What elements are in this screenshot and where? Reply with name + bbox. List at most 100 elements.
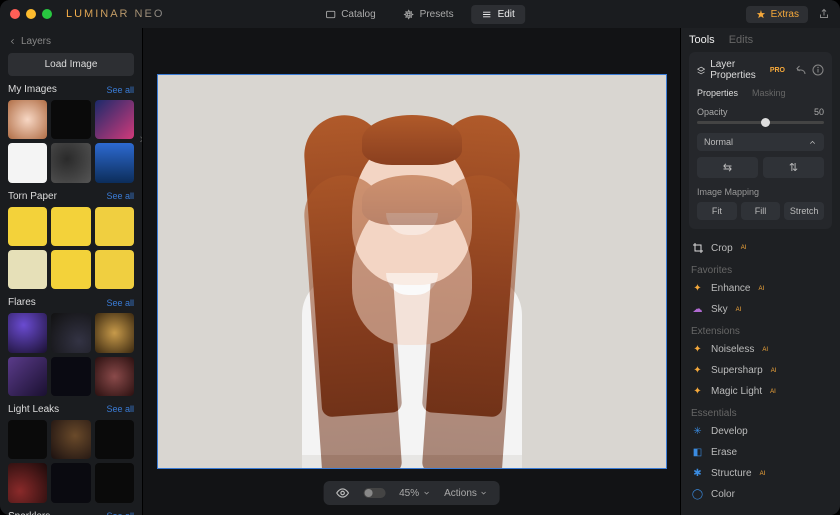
blend-mode-value: Normal — [704, 137, 733, 147]
zoom-value: 45% — [399, 488, 419, 499]
breadcrumb[interactable]: Layers — [8, 34, 134, 53]
thumb-my-images[interactable] — [95, 100, 134, 139]
subtab-properties[interactable]: Properties — [697, 88, 738, 98]
thumb-torn-paper[interactable] — [51, 207, 90, 246]
nav-catalog-label: Catalog — [341, 9, 375, 20]
thumb-torn-paper[interactable] — [8, 207, 47, 246]
see-all-light-leaks[interactable]: See all — [106, 404, 134, 414]
thumb-torn-paper[interactable] — [8, 250, 47, 289]
thumb-flares[interactable] — [51, 313, 90, 352]
zoom-dropdown[interactable]: 45% — [399, 488, 430, 499]
tool-supersharp[interactable]: ✦ SupersharpAI — [689, 360, 832, 381]
thumb-light-leaks[interactable] — [95, 420, 134, 459]
window-maximize-button[interactable] — [42, 9, 52, 19]
section-light-leaks: Light Leaks — [8, 404, 59, 415]
tool-structure[interactable]: ✱ StructureAI — [689, 463, 832, 484]
section-extensions: Extensions — [689, 320, 832, 339]
info-icon[interactable] — [812, 64, 824, 76]
load-image-button[interactable]: Load Image — [8, 53, 134, 76]
mapping-fit-button[interactable]: Fit — [697, 202, 737, 220]
nav-catalog[interactable]: Catalog — [315, 5, 385, 24]
thumb-my-images[interactable] — [8, 143, 47, 182]
tool-magiclight-label: Magic Light — [711, 386, 762, 397]
extras-label: Extras — [771, 9, 799, 20]
mapping-fill-button[interactable]: Fill — [741, 202, 781, 220]
preview-toggle-icon[interactable] — [335, 486, 349, 500]
enhance-icon: ✦ — [691, 283, 704, 294]
flip-vertical-button[interactable]: ⇅ — [763, 157, 824, 178]
see-all-torn-paper[interactable]: See all — [106, 191, 134, 201]
nav-edit-label: Edit — [498, 9, 515, 20]
thumb-torn-paper[interactable] — [51, 250, 90, 289]
tool-color-label: Color — [711, 489, 735, 500]
opacity-value: 50 — [814, 107, 824, 117]
tool-crop[interactable]: CropAI — [689, 237, 832, 259]
structure-icon: ✱ — [691, 468, 704, 479]
thumb-my-images[interactable] — [51, 143, 90, 182]
window-minimize-button[interactable] — [26, 9, 36, 19]
thumb-flares[interactable] — [8, 357, 47, 396]
tab-edits[interactable]: Edits — [729, 34, 753, 46]
canvas[interactable] — [157, 74, 667, 469]
pro-badge: PRO — [770, 67, 785, 74]
color-icon: ◯ — [691, 489, 704, 500]
see-all-flares[interactable]: See all — [106, 298, 134, 308]
tool-color[interactable]: ◯ Color — [689, 484, 832, 505]
thumb-my-images[interactable] — [8, 100, 47, 139]
subtab-masking[interactable]: Masking — [752, 88, 786, 98]
layer-properties-panel: Layer Properties PRO Properties Masking … — [689, 52, 832, 229]
section-my-images: My Images — [8, 84, 57, 95]
window-close-button[interactable] — [10, 9, 20, 19]
thumb-my-images[interactable] — [51, 100, 90, 139]
erase-icon: ◧ — [691, 447, 704, 458]
tool-magiclight[interactable]: ✦ Magic LightAI — [689, 381, 832, 402]
develop-icon: ✳ — [691, 426, 704, 437]
thumb-torn-paper[interactable] — [95, 250, 134, 289]
share-icon[interactable] — [818, 8, 830, 20]
tool-erase[interactable]: ◧ Erase — [689, 442, 832, 463]
breadcrumb-label: Layers — [21, 36, 51, 47]
thumb-light-leaks[interactable] — [51, 420, 90, 459]
section-flares: Flares — [8, 297, 36, 308]
thumb-light-leaks[interactable] — [8, 420, 47, 459]
supersharp-icon: ✦ — [691, 365, 704, 376]
thumb-flares[interactable] — [95, 313, 134, 352]
nav-edit[interactable]: Edit — [472, 5, 525, 24]
tool-supersharp-label: Supersharp — [711, 365, 763, 376]
thumb-my-images[interactable] — [95, 143, 134, 182]
app-brand: LUMINAR NEO — [66, 8, 164, 20]
tool-sky[interactable]: ☁ SkyAI — [689, 299, 832, 320]
thumb-light-leaks[interactable] — [8, 463, 47, 502]
tool-noiseless-label: Noiseless — [711, 344, 754, 355]
thumb-flares[interactable] — [95, 357, 134, 396]
crop-icon — [691, 242, 704, 254]
thumb-flares[interactable] — [51, 357, 90, 396]
thumb-light-leaks[interactable] — [51, 463, 90, 502]
tool-erase-label: Erase — [711, 447, 737, 458]
thumb-flares[interactable] — [8, 313, 47, 352]
extras-button[interactable]: Extras — [746, 6, 808, 23]
mapping-stretch-button[interactable]: Stretch — [784, 202, 824, 220]
sky-icon: ☁ — [691, 304, 704, 315]
nav-presets-label: Presets — [420, 9, 454, 20]
tool-enhance[interactable]: ✦ EnhanceAI — [689, 278, 832, 299]
thumb-torn-paper[interactable] — [95, 207, 134, 246]
see-all-my-images[interactable]: See all — [106, 85, 134, 95]
nav-presets[interactable]: Presets — [394, 5, 464, 24]
canvas-image-layer-2 — [352, 195, 472, 345]
flip-horizontal-button[interactable]: ⇆ — [697, 157, 758, 178]
before-after-toggle[interactable] — [363, 488, 385, 498]
opacity-label: Opacity — [697, 107, 728, 117]
see-all-sparklers[interactable]: See all — [106, 511, 134, 515]
tool-noiseless[interactable]: ✦ NoiselessAI — [689, 339, 832, 360]
actions-dropdown[interactable]: Actions — [444, 488, 488, 499]
opacity-slider[interactable] — [697, 121, 824, 124]
blend-mode-dropdown[interactable]: Normal — [697, 133, 824, 151]
image-mapping-label: Image Mapping — [697, 187, 824, 197]
thumb-light-leaks[interactable] — [95, 463, 134, 502]
tool-develop[interactable]: ✳ Develop — [689, 421, 832, 442]
tool-structure-label: Structure — [711, 468, 752, 479]
section-essentials: Essentials — [689, 402, 832, 421]
tab-tools[interactable]: Tools — [689, 34, 715, 46]
undo-icon[interactable] — [795, 64, 807, 76]
